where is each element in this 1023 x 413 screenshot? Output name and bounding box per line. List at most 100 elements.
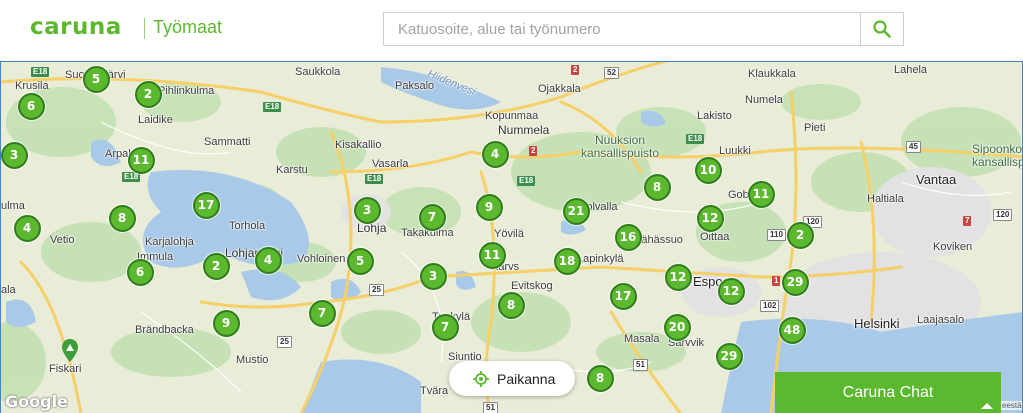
place-label: Vetio <box>50 234 75 246</box>
site-header: caruna Työmaat <box>0 0 1023 60</box>
locate-button-label: Paikanna <box>497 370 556 387</box>
place-label: Laajasalo <box>917 314 965 326</box>
map-view[interactable]: Suomusjärvi Saukkola Krusila Hiidenvesi … <box>0 61 1023 413</box>
locate-button[interactable]: Paikanna <box>449 361 575 396</box>
place-label: Laidike <box>138 114 173 126</box>
worksite-cluster[interactable]: 6 <box>17 92 45 120</box>
worksite-cluster[interactable]: 3 <box>1 141 28 169</box>
worksite-cluster[interactable]: 8 <box>108 204 136 232</box>
worksite-cluster[interactable]: 7 <box>431 313 459 341</box>
road-shield: E18 <box>365 174 384 184</box>
road-shield: 25 <box>369 284 384 296</box>
worksite-cluster[interactable]: 12 <box>696 204 724 232</box>
worksite-cluster[interactable]: 4 <box>13 214 41 242</box>
place-label: ala <box>1 284 16 296</box>
place-label: Koviken <box>933 241 973 253</box>
place-label: Evitskog <box>511 280 553 292</box>
road-shield: 51 <box>483 402 498 413</box>
worksite-cluster[interactable]: 8 <box>586 364 614 392</box>
place-label: Vasarla <box>372 158 409 170</box>
road-shield: 120 <box>993 209 1013 221</box>
worksite-cluster[interactable]: 4 <box>254 246 282 274</box>
google-logo[interactable]: Google <box>5 392 68 411</box>
worksite-cluster[interactable]: 2 <box>134 80 162 108</box>
worksite-cluster[interactable]: 3 <box>419 262 447 290</box>
worksite-cluster[interactable]: 29 <box>781 268 809 296</box>
worksite-cluster[interactable]: 12 <box>664 263 692 291</box>
road-shield: 51 <box>633 359 648 371</box>
worksite-cluster[interactable]: 18 <box>553 247 581 275</box>
crosshair-icon <box>473 370 489 387</box>
place-label: Lakisto <box>697 110 732 122</box>
search-icon <box>873 20 891 38</box>
worksite-cluster[interactable]: 11 <box>747 180 775 208</box>
road-shield: 110 <box>767 229 786 241</box>
place-label: Paksalo <box>395 80 435 92</box>
place-label: Sammatti <box>204 136 251 148</box>
worksite-cluster[interactable]: 3 <box>353 196 381 224</box>
place-label: Torhola <box>229 220 266 232</box>
worksite-cluster[interactable]: 11 <box>127 146 155 174</box>
worksite-cluster[interactable]: 7 <box>418 203 446 231</box>
caruna-logo[interactable]: caruna <box>30 14 122 40</box>
map-attribution[interactable]: eestä <box>1001 401 1022 410</box>
worksite-cluster[interactable]: 8 <box>497 291 525 319</box>
place-label: Nummela <box>498 123 550 137</box>
place-label: Yövilä <box>494 228 524 240</box>
place-label: Krusila <box>15 80 49 92</box>
place-label: Lahela <box>894 64 928 76</box>
worksite-cluster[interactable]: 48 <box>778 316 806 344</box>
worksite-cluster[interactable]: 11 <box>478 241 506 269</box>
worksite-cluster[interactable]: 2 <box>786 221 814 249</box>
road-shield: E18 <box>517 176 536 186</box>
road-shield: 52 <box>604 67 619 79</box>
worksite-cluster[interactable]: 17 <box>192 191 220 219</box>
place-label: Luukki <box>719 145 751 157</box>
worksite-cluster[interactable]: 5 <box>346 247 374 275</box>
chevron-up-icon <box>981 403 993 409</box>
place-label: Vantaa <box>916 172 957 187</box>
place-label: Lapinkylä <box>577 253 624 265</box>
chat-label: Caruna Chat <box>842 384 934 401</box>
park-label: Nuuksion kansallispuisto <box>580 133 660 160</box>
road-shield: E18 <box>31 67 50 77</box>
worksite-cluster[interactable]: 9 <box>475 193 503 221</box>
search-input[interactable] <box>383 12 861 46</box>
road-shield: 2 <box>529 146 538 156</box>
road-shield: E18 <box>686 134 705 144</box>
worksite-cluster[interactable]: 5 <box>82 65 110 93</box>
worksite-cluster[interactable]: 4 <box>481 140 509 168</box>
worksite-cluster[interactable]: 10 <box>694 156 722 184</box>
road-shield: 25 <box>277 336 292 348</box>
page-title: Työmaat <box>153 17 223 37</box>
worksite-cluster[interactable]: 17 <box>609 282 637 310</box>
road-shield: 1 <box>772 276 781 286</box>
worksite-cluster[interactable]: 20 <box>663 313 691 341</box>
worksite-cluster[interactable]: 6 <box>126 258 154 286</box>
place-label: Pieti <box>804 122 826 134</box>
park-label: Sipoonkorven kansallispuisto <box>972 142 1023 169</box>
worksite-cluster[interactable]: 7 <box>308 299 336 327</box>
place-label: Kisakallio <box>335 139 382 151</box>
header-divider <box>144 18 145 39</box>
worksite-cluster[interactable]: 29 <box>715 342 743 370</box>
worksite-cluster[interactable]: 21 <box>562 197 590 225</box>
place-label: Karjalohja <box>145 236 194 248</box>
worksite-cluster[interactable]: 12 <box>717 277 745 305</box>
place-label: Ojakkala <box>538 83 581 95</box>
map-pin-icon[interactable] <box>61 339 79 368</box>
search-button[interactable] <box>860 12 904 46</box>
place-label: Tvära <box>420 385 449 397</box>
worksite-cluster[interactable]: 2 <box>202 252 230 280</box>
place-label: Helsinki <box>854 316 900 331</box>
road-shield: 102 <box>760 300 780 312</box>
place-label: Kopunmaa <box>485 110 539 122</box>
place-label: Saukkola <box>295 66 341 78</box>
worksite-cluster[interactable]: 8 <box>643 173 671 201</box>
place-label: Pihlinkulma <box>158 85 215 97</box>
road-shield: 2 <box>571 65 580 75</box>
worksite-cluster[interactable]: 9 <box>212 309 240 337</box>
chat-button[interactable]: Caruna Chat <box>775 372 1001 413</box>
road-shield: 7 <box>963 216 972 226</box>
worksite-cluster[interactable]: 16 <box>614 223 642 251</box>
